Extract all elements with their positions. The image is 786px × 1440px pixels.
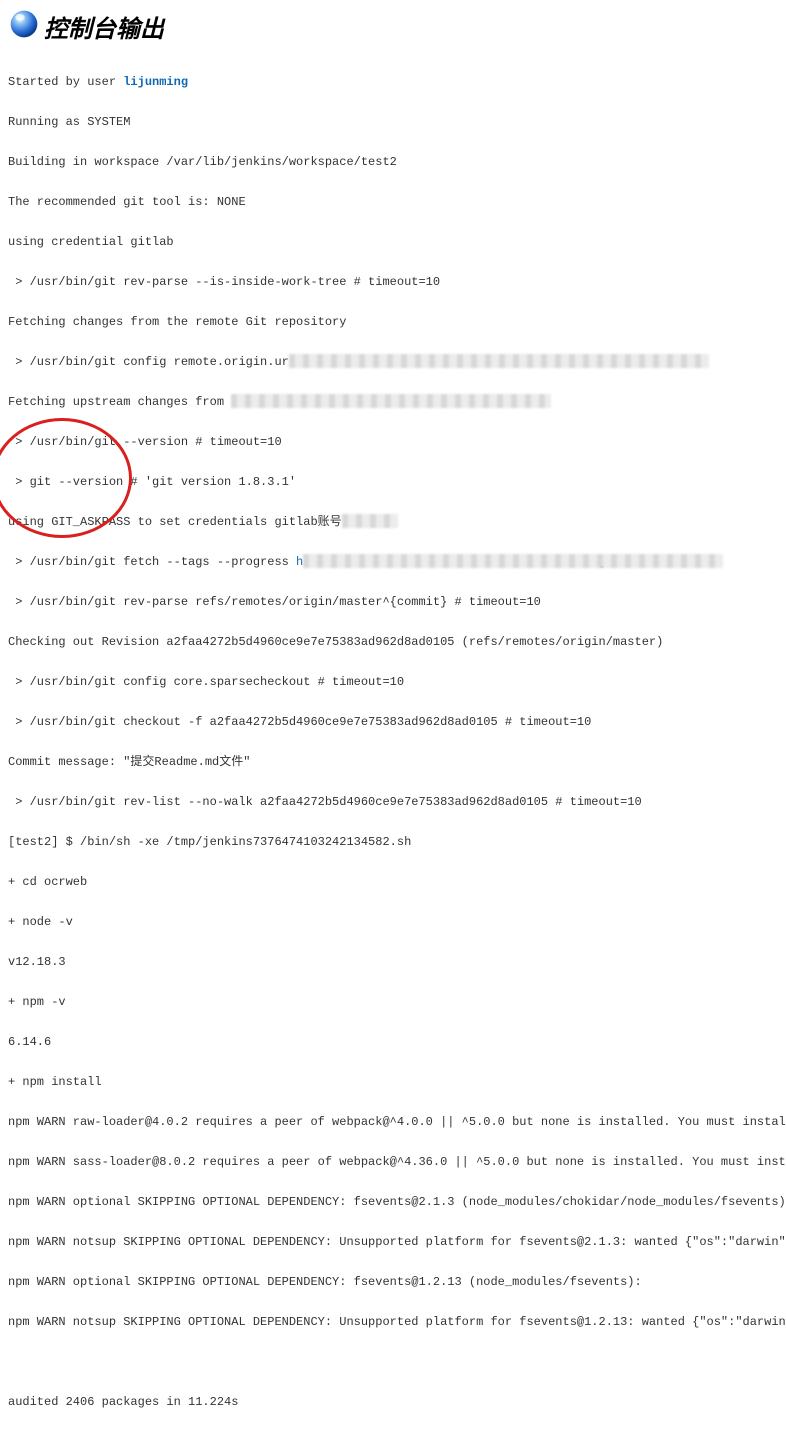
console-line: npm WARN optional SKIPPING OPTIONAL DEPE… — [8, 1192, 778, 1212]
remote-link[interactable]: h — [296, 555, 303, 569]
console-line: Started by user lijunming — [8, 72, 778, 92]
user-link[interactable]: lijunming — [123, 75, 188, 89]
console-line: > /usr/bin/git rev-parse --is-inside-wor… — [8, 272, 778, 292]
console-line: Building in workspace /var/lib/jenkins/w… — [8, 152, 778, 172]
console-line: [test2] $ /bin/sh -xe /tmp/jenkins737647… — [8, 832, 778, 852]
console-line: + npm install — [8, 1072, 778, 1092]
console-line: Commit message: "提交Readme.md文件" — [8, 752, 778, 772]
redacted-region — [303, 552, 375, 572]
console-line: v12.18.3 — [8, 952, 778, 972]
console-line: audited 2406 packages in 11.224s — [8, 1392, 778, 1412]
console-line: Fetching upstream changes from — [8, 392, 778, 412]
console-line: 6.14.6 — [8, 1032, 778, 1052]
console-line: npm WARN notsup SKIPPING OPTIONAL DEPEND… — [8, 1312, 778, 1332]
orb-icon — [8, 8, 40, 44]
console-line: > /usr/bin/git checkout -f a2faa4272b5d4… — [8, 712, 778, 732]
redacted-region — [289, 352, 361, 372]
text-fragment: > /usr/bin/git fetch --tags --progress — [8, 555, 296, 569]
page-header: 控制台输出 — [8, 8, 778, 44]
console-line: npm WARN raw-loader@4.0.2 requires a pee… — [8, 1112, 778, 1132]
console-line — [8, 1352, 778, 1372]
console-line — [8, 1432, 778, 1440]
console-line: > /usr/bin/git fetch --tags --progress h… — [8, 552, 778, 572]
console-line: Running as SYSTEM — [8, 112, 778, 132]
text-fragment: > /usr/bin/git config remote.origin.ur — [8, 355, 289, 369]
console-output: Started by user lijunming Running as SYS… — [8, 52, 778, 1440]
console-line: npm WARN sass-loader@8.0.2 requires a pe… — [8, 1152, 778, 1172]
console-line: using credential gitlab — [8, 232, 778, 252]
console-line: The recommended git tool is: NONE — [8, 192, 778, 212]
console-line: npm WARN notsup SKIPPING OPTIONAL DEPEND… — [8, 1232, 778, 1252]
text-fragment: Fetching upstream changes from — [8, 395, 231, 409]
console-line: npm WARN optional SKIPPING OPTIONAL DEPE… — [8, 1272, 778, 1292]
console-line: + cd ocrweb — [8, 872, 778, 892]
started-by-prefix: Started by user — [8, 75, 123, 89]
console-line: > git --version # 'git version 1.8.3.1' — [8, 472, 778, 492]
console-line: > /usr/bin/git config remote.origin.ur t… — [8, 352, 778, 372]
redacted-region — [342, 512, 356, 532]
console-line: + node -v — [8, 912, 778, 932]
console-line: > /usr/bin/git config core.sparsecheckou… — [8, 672, 778, 692]
text-fragment: using GIT_ASKPASS to set credentials git… — [8, 515, 342, 529]
console-line: Fetching changes from the remote Git rep… — [8, 312, 778, 332]
console-line: + npm -v — [8, 992, 778, 1012]
page-title: 控制台输出 — [44, 9, 164, 44]
redacted-region — [231, 392, 289, 412]
console-line: > /usr/bin/git rev-parse refs/remotes/or… — [8, 592, 778, 612]
console-line: > /usr/bin/git --version # timeout=10 — [8, 432, 778, 452]
console-line: Checking out Revision a2faa4272b5d4960ce… — [8, 632, 778, 652]
console-line: > /usr/bin/git rev-list --no-walk a2faa4… — [8, 792, 778, 812]
console-line: using GIT_ASKPASS to set credentials git… — [8, 512, 778, 532]
